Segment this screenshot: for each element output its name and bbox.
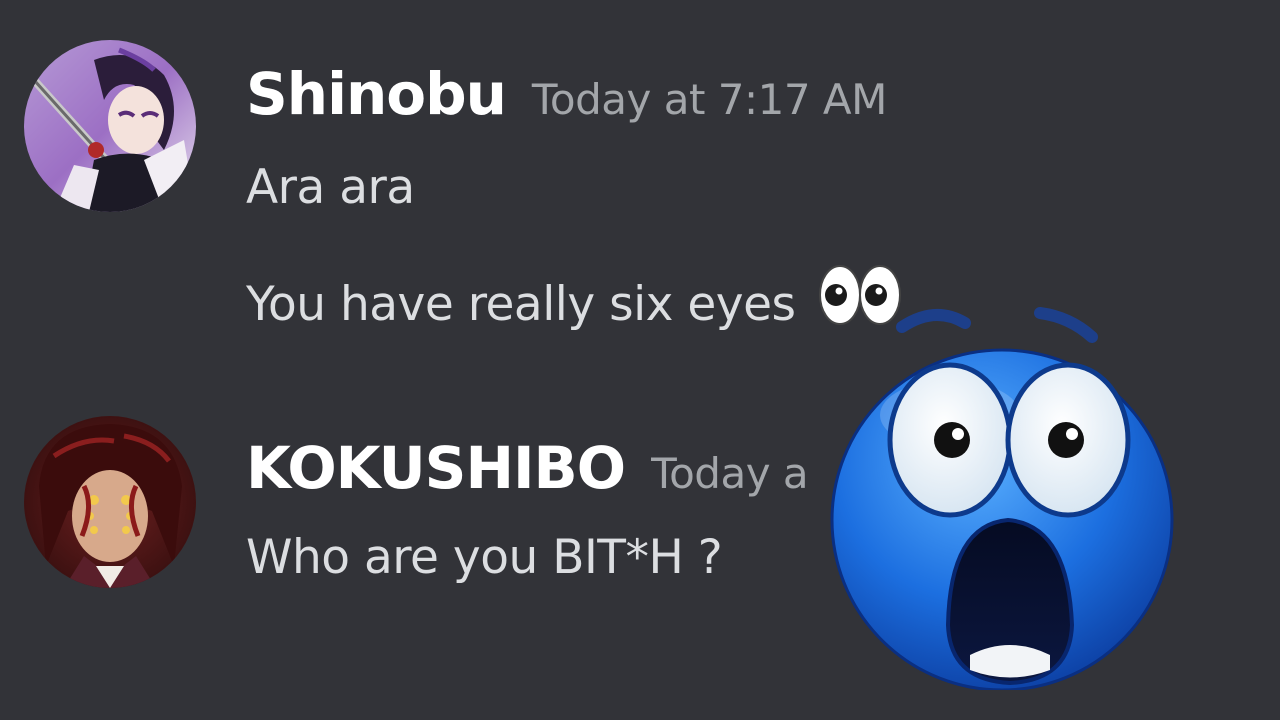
message-text: Ara ara bbox=[246, 160, 415, 215]
chat-messages: Shinobu Today at 7:17 AM Ara ara You have… bbox=[0, 0, 1280, 720]
message-text: Who are you BIT*H ? bbox=[246, 530, 723, 585]
avatar-shinobu[interactable] bbox=[24, 40, 196, 212]
avatar-kokushibo[interactable] bbox=[24, 416, 196, 588]
username-shinobu[interactable]: Shinobu bbox=[246, 60, 507, 128]
timestamp-kokushibo: Today a bbox=[651, 449, 809, 498]
message-line-1: Who are you BIT*H ? bbox=[246, 530, 723, 585]
message-line-2: You have really six eyes bbox=[246, 277, 796, 332]
message-text: You have really six eyes bbox=[246, 262, 906, 340]
username-kokushibo[interactable]: KOKUSHIBO bbox=[246, 434, 626, 502]
timestamp-shinobu: Today at 7:17 AM bbox=[531, 75, 888, 124]
shocked-face-sticker-icon bbox=[830, 305, 1175, 692]
message-line-1: Ara ara bbox=[246, 160, 415, 215]
